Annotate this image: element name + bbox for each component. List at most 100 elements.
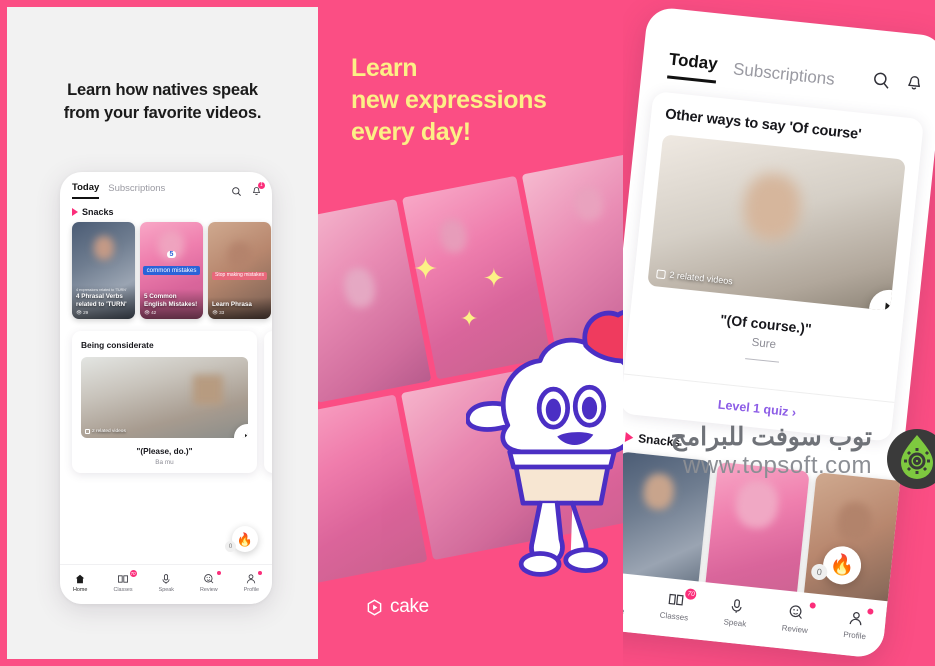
middle-headline-line3: every day! <box>351 118 471 146</box>
left-section-snacks: Snacks <box>60 199 272 222</box>
card-thumbnail: 2 related videos <box>647 134 906 311</box>
book-icon: 70 <box>661 587 698 610</box>
lesson-card-next[interactable]: A <box>264 331 272 473</box>
sidebar-item-speak[interactable]: Speak <box>159 572 174 593</box>
snack-meta: Learn Phrasa 👁 33 <box>208 296 271 319</box>
sidebar-item-profile[interactable]: Profile <box>842 607 874 641</box>
play-triangle-icon <box>245 433 248 438</box>
right-lesson-card[interactable]: Other ways to say 'Of course' 2 related … <box>623 91 925 442</box>
section-title-label: Snacks <box>82 207 114 217</box>
left-headline-line1: Learn how natives speak <box>67 81 258 99</box>
right-phone-header-icons <box>870 70 925 105</box>
snack-overlay-band2: Stop making mistakes <box>212 272 267 281</box>
middle-headline-line1: Learn <box>351 54 418 82</box>
review-face-icon <box>200 571 221 585</box>
nav-badge: 70 <box>129 570 137 577</box>
cupcake-mascot <box>465 280 623 580</box>
play-triangle-icon <box>884 302 897 311</box>
list-item[interactable]: 4 expressions related to 'TURN' 4 Phrasa… <box>72 222 135 319</box>
nav-label: Profile <box>243 587 259 593</box>
play-triangle-icon <box>72 208 78 216</box>
play-button[interactable] <box>234 424 248 438</box>
left-phone-mockup: Today Subscriptions 1 Snacks 4 expressio… <box>60 172 272 604</box>
review-face-icon <box>783 601 816 623</box>
notification-bell-icon[interactable] <box>903 73 924 99</box>
person-icon <box>844 607 874 628</box>
left-headline-line2: from your favorite videos. <box>63 104 262 123</box>
snack-title: Learn Phrasa <box>212 300 252 308</box>
stack-icon <box>85 429 90 434</box>
panel-left: Learn how natives speak from your favori… <box>7 7 318 659</box>
nav-label: Classes <box>113 587 133 593</box>
related-videos-label: 2 related videos <box>85 429 126 434</box>
sidebar-item-classes[interactable]: 70 Classes <box>659 587 698 623</box>
play-button[interactable] <box>867 287 906 311</box>
middle-headline: Learn new expressions every day! <box>351 52 547 148</box>
panel-middle: Learn new expressions every day! ✦ ✦ ✦ c… <box>318 0 623 666</box>
left-phone-bottom-nav: Home 70 Classes Speak Review Profile <box>60 564 272 604</box>
tab-today[interactable]: Today <box>72 182 100 199</box>
nav-label: Classes <box>659 610 689 623</box>
snack-title: 4 Phrasal Verbs related to 'TURN' <box>76 293 127 308</box>
section-title-label: Snacks <box>637 431 681 450</box>
snack-meta: 4 expressions related to 'TURN' 4 Phrasa… <box>72 284 135 319</box>
home-icon <box>73 572 87 585</box>
left-phone-header-icons: 1 <box>231 181 265 198</box>
book-icon: 70 <box>113 570 137 585</box>
panel-right: Today Subscriptions Other ways to say 'O… <box>623 0 935 666</box>
snack-pretext: 4 expressions related to 'TURN' <box>76 287 127 292</box>
search-icon[interactable] <box>871 70 892 96</box>
nav-label: Speak <box>723 616 747 629</box>
lesson-title: Being considerate <box>81 340 154 350</box>
stack-icon <box>656 268 667 279</box>
lesson-subtitle: Ba mu <box>155 459 174 466</box>
list-item[interactable]: 5 common mistakes 5 Common English Mista… <box>140 222 203 319</box>
snack-overlay-band: common mistakes <box>143 265 200 275</box>
cake-logo: cake <box>366 596 429 618</box>
nav-label: Home <box>623 604 625 615</box>
middle-headline-line2: new expressions <box>351 86 547 114</box>
sidebar-item-review[interactable]: Review <box>781 601 816 635</box>
streak-flame-button[interactable]: 🔥 0 <box>225 526 258 552</box>
sidebar-item-review[interactable]: Review <box>200 571 221 593</box>
cake-logo-text: cake <box>390 596 429 617</box>
sidebar-item-home[interactable]: Home <box>623 582 627 615</box>
nav-label: Review <box>781 622 809 635</box>
left-headline: Learn how natives speak from your favori… <box>7 79 318 126</box>
left-snack-list: 4 expressions related to 'TURN' 4 Phrasa… <box>60 222 272 319</box>
microphone-icon <box>159 572 174 585</box>
notification-bell-icon[interactable]: 1 <box>251 181 265 195</box>
snack-views: 👁 42 <box>144 310 157 315</box>
tab-today[interactable]: Today <box>667 49 719 84</box>
lesson-quote: "(Please, do.)" <box>136 447 193 456</box>
search-icon[interactable] <box>231 184 242 196</box>
person-icon <box>244 571 262 585</box>
right-phone-tabbar-top: Today Subscriptions <box>641 6 935 107</box>
list-item[interactable]: Stop making mistakes Learn Phrasa 👁 33 <box>208 222 271 319</box>
sidebar-item-profile[interactable]: Profile <box>243 571 262 593</box>
snack-views: 👁 33 <box>212 310 225 315</box>
nav-dot <box>867 607 874 615</box>
nav-label: Profile <box>842 629 867 641</box>
snack-meta: 5 Common English Mistakes! 👁 42 <box>140 289 203 319</box>
sidebar-item-home[interactable]: Home <box>73 572 87 593</box>
lesson-card[interactable]: Being considerate 2 related videos "(Ple… <box>72 331 257 473</box>
related-videos-label: 2 related videos <box>656 268 733 286</box>
flame-icon: 🔥 <box>236 531 254 547</box>
sidebar-item-classes[interactable]: 70 Classes <box>113 570 137 593</box>
snack-title: 5 Common English Mistakes! <box>144 293 198 308</box>
microphone-icon <box>724 595 749 616</box>
right-phone-mockup: Today Subscriptions Other ways to say 'O… <box>623 6 935 659</box>
sidebar-item-speak[interactable]: Speak <box>723 595 749 628</box>
left-lesson-list: Being considerate 2 related videos "(Ple… <box>60 319 272 473</box>
tab-subscriptions[interactable]: Subscriptions <box>731 59 835 96</box>
nav-dot <box>216 571 221 575</box>
snack-views: 👁 29 <box>76 310 89 315</box>
nav-label: Home <box>73 587 88 593</box>
home-icon <box>623 582 627 603</box>
cake-hexagon-play-icon <box>366 598 383 616</box>
snack-overlay-number: 5 <box>166 251 177 259</box>
lesson-thumbnail: 2 related videos <box>81 357 248 438</box>
tab-subscriptions[interactable]: Subscriptions <box>108 183 165 198</box>
nav-label: Speak <box>158 587 174 593</box>
